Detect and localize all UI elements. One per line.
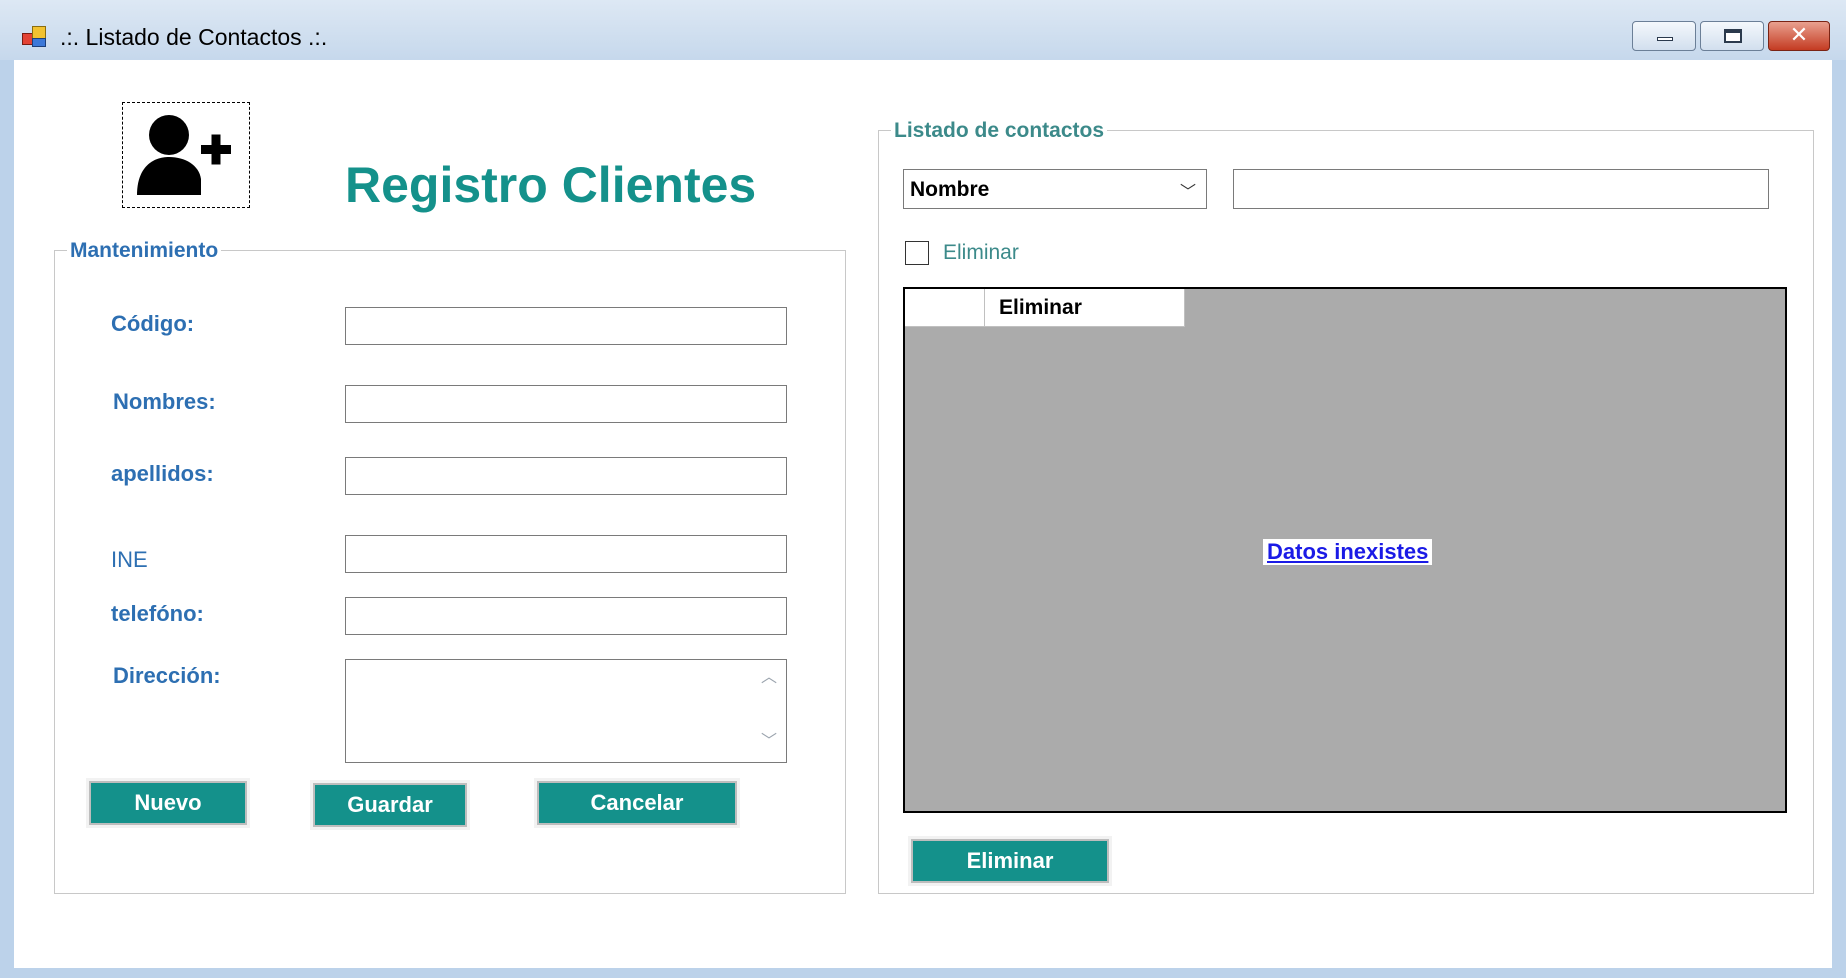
maintenance-groupbox: Mantenimiento Código: Nombres: apellidos… — [54, 239, 846, 894]
contacts-grid[interactable]: Eliminar Datos inexistes — [903, 287, 1787, 813]
ine-input[interactable] — [345, 535, 787, 573]
ine-label: INE — [111, 547, 148, 572]
direccion-label: Dirección: — [113, 663, 221, 688]
scroll-up-icon[interactable]: ︿ — [761, 670, 777, 686]
apellidos-label: apellidos: — [111, 461, 214, 486]
codigo-label: Código: — [111, 311, 195, 336]
contacts-legend: Listado de contactos — [891, 119, 1108, 143]
grid-row-header-column[interactable] — [905, 289, 985, 327]
avatar-picture-box[interactable] — [122, 102, 250, 208]
contacts-groupbox: Listado de contactos Nombre ﹀ Eliminar E… — [878, 119, 1814, 894]
filter-field-value: Nombre — [910, 178, 990, 201]
window-title: .:. Listado de Contactos .:. — [60, 24, 328, 50]
grid-header-row: Eliminar — [905, 289, 1185, 327]
nombres-input[interactable] — [345, 385, 787, 423]
form-title: Registro Clientes — [345, 157, 757, 213]
restore-icon — [1724, 29, 1742, 43]
main-window: .:. Listado de Contactos .:. ✕ Registro … — [0, 0, 1846, 978]
delete-checkbox-label: Eliminar — [943, 241, 1019, 264]
telefono-input[interactable] — [345, 597, 787, 635]
apellidos-input[interactable] — [345, 457, 787, 495]
close-button[interactable]: ✕ — [1768, 21, 1830, 51]
chevron-down-icon[interactable]: ﹀ — [1180, 178, 1196, 202]
grid-column-eliminar[interactable]: Eliminar — [985, 289, 1185, 327]
cancelar-button[interactable]: Cancelar — [534, 778, 740, 828]
direccion-textarea[interactable]: ︿ ﹀ — [345, 659, 787, 763]
filter-field-select[interactable]: Nombre ﹀ — [903, 169, 1207, 209]
add-user-icon — [137, 115, 231, 195]
empty-data-message[interactable]: Datos inexistes — [1263, 539, 1433, 565]
scroll-down-icon[interactable]: ﹀ — [761, 734, 777, 750]
app-icon[interactable] — [22, 25, 46, 47]
form-client-area: Registro Clientes Mantenimiento Código: … — [14, 60, 1832, 968]
eliminar-button[interactable]: Eliminar — [908, 836, 1112, 886]
minimize-button[interactable] — [1632, 21, 1696, 51]
search-input[interactable] — [1233, 169, 1769, 209]
codigo-input[interactable] — [345, 307, 787, 345]
maintenance-legend: Mantenimiento — [67, 239, 222, 263]
close-icon: ✕ — [1789, 23, 1809, 48]
guardar-button[interactable]: Guardar — [310, 780, 470, 830]
direccion-scrollbar[interactable]: ︿ ﹀ — [752, 660, 786, 762]
telefono-label: telefóno: — [111, 601, 204, 626]
minimize-icon — [1657, 37, 1673, 41]
restore-button[interactable] — [1700, 21, 1764, 51]
title-bar: .:. Listado de Contactos .:. ✕ — [0, 0, 1846, 60]
nombres-label: Nombres: — [113, 389, 216, 414]
nuevo-button[interactable]: Nuevo — [86, 778, 250, 828]
delete-checkbox[interactable] — [905, 241, 929, 265]
